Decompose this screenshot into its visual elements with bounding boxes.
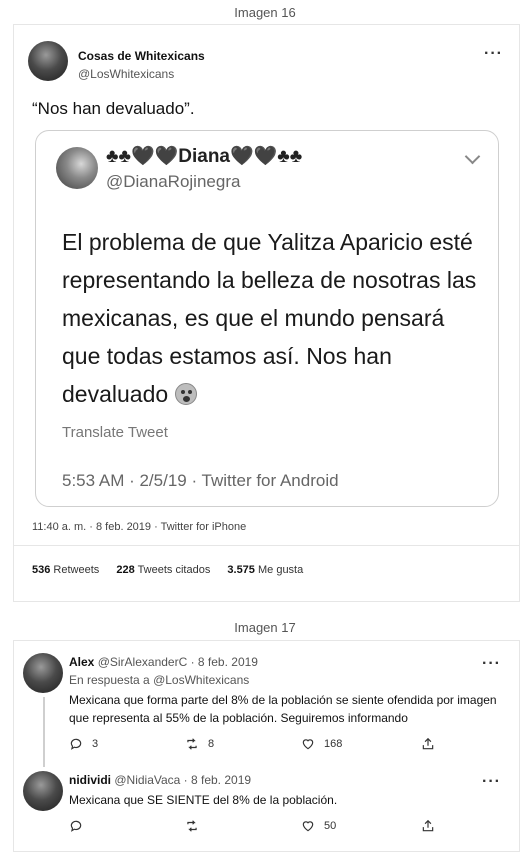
author-handle[interactable]: @LosWhitexicans (78, 67, 205, 81)
like-icon (302, 821, 314, 832)
quotes-stat[interactable]: 228 Tweets citados (116, 564, 210, 576)
in-reply-handle-link[interactable]: @LosWhitexicans (153, 673, 249, 687)
avatar[interactable] (28, 41, 68, 81)
retweet-button[interactable]: 8 (185, 737, 214, 751)
quotes-count: 228 (116, 564, 135, 576)
reply-icon (70, 820, 82, 832)
reply-header[interactable]: Alex @SirAlexanderC · 8 feb. 2019 (69, 655, 258, 669)
tweet-stats: 536 Retweets 228 Tweets citados 3.575 Me… (32, 564, 303, 576)
retweet-button[interactable] (185, 819, 208, 833)
tweet-timestamp[interactable]: 11:40 a. m. · 8 feb. 2019 · Twitter for … (32, 521, 246, 533)
reply-button[interactable]: 3 (69, 737, 98, 751)
tweet-card: Cosas de Whitexicans @LosWhitexicans ···… (13, 24, 520, 602)
retweet-icon (187, 820, 197, 832)
like-icon (302, 739, 314, 750)
likes-label: Me gusta (257, 564, 304, 576)
retweet-count: 8 (208, 738, 215, 750)
retweets-stat[interactable]: 536 Retweets (32, 564, 99, 576)
reply-handle-date[interactable]: @SirAlexanderC · 8 feb. 2019 (98, 655, 258, 669)
quoted-tweet-body: El problema de que Yalitza Aparicio esté… (62, 223, 482, 413)
quoted-tweet-text: El problema de que Yalitza Aparicio esté… (62, 229, 477, 407)
avatar[interactable] (23, 653, 63, 693)
reply-header[interactable]: nidividi @NidiaVaca · 8 feb. 2019 (69, 773, 251, 787)
author-name[interactable]: Cosas de Whitexicans (78, 49, 205, 63)
share-button[interactable] (421, 819, 444, 833)
share-icon (422, 819, 434, 832)
thread-line (43, 697, 45, 767)
share-button[interactable] (421, 737, 444, 751)
like-count: 168 (324, 738, 343, 750)
translate-tweet-link[interactable]: Translate Tweet (62, 424, 168, 441)
like-count: 50 (324, 820, 337, 832)
likes-count: 3.575 (227, 564, 255, 576)
reply-icon (70, 738, 82, 750)
in-reply-to: En respuesta a @LosWhitexicans (69, 673, 249, 687)
divider (14, 545, 519, 546)
more-icon[interactable]: ··· (482, 656, 501, 672)
reply-thread: Alex @SirAlexanderC · 8 feb. 2019 ··· En… (13, 640, 520, 852)
reply-author-name[interactable]: nidividi (69, 773, 111, 787)
retweets-label: Retweets (53, 564, 100, 576)
caption-imagen-16: Imagen 16 (234, 5, 296, 20)
chevron-down-icon[interactable] (464, 148, 481, 165)
caption-imagen-17: Imagen 17 (234, 620, 296, 635)
tweet-text: “Nos han devaluado”. (32, 99, 195, 118)
reply-button[interactable] (69, 819, 92, 833)
reply-text: Mexicana que SE SIENTE del 8% de la pobl… (69, 793, 338, 807)
retweet-icon (187, 738, 197, 750)
share-icon (422, 737, 434, 750)
quotes-label: Tweets citados (137, 564, 211, 576)
reply-handle-date[interactable]: @NidiaVaca · 8 feb. 2019 (114, 773, 251, 787)
in-reply-prefix: En respuesta a (69, 673, 150, 687)
quoted-avatar[interactable] (56, 147, 98, 189)
crying-emoji-icon (174, 383, 197, 405)
like-button[interactable]: 168 (301, 737, 342, 751)
reply-actions: 50 (69, 819, 449, 835)
reply-actions: 3 8 168 (69, 737, 449, 753)
like-button[interactable]: 50 (301, 819, 336, 833)
retweets-count: 536 (32, 564, 51, 576)
more-icon[interactable]: ··· (484, 46, 503, 62)
more-icon[interactable]: ··· (482, 774, 501, 790)
tweet-author[interactable]: Cosas de Whitexicans @LosWhitexicans (78, 49, 205, 81)
quoted-tweet[interactable]: ♣♣🖤🖤Diana🖤🖤♣♣ @DianaRojinegra El problem… (35, 130, 499, 507)
likes-stat[interactable]: 3.575 Me gusta (227, 564, 303, 576)
quoted-author-name[interactable]: ♣♣🖤🖤Diana🖤🖤♣♣ (106, 144, 302, 168)
avatar[interactable] (23, 771, 63, 811)
quoted-author-handle[interactable]: @DianaRojinegra (106, 172, 240, 192)
reply-text: Mexicana que forma parte del 8% de la po… (69, 693, 497, 725)
reply-count: 3 (92, 738, 99, 750)
quoted-tweet-meta: 5:53 AM · 2/5/19 · Twitter for Android (62, 471, 339, 490)
reply-author-name[interactable]: Alex (69, 655, 94, 669)
